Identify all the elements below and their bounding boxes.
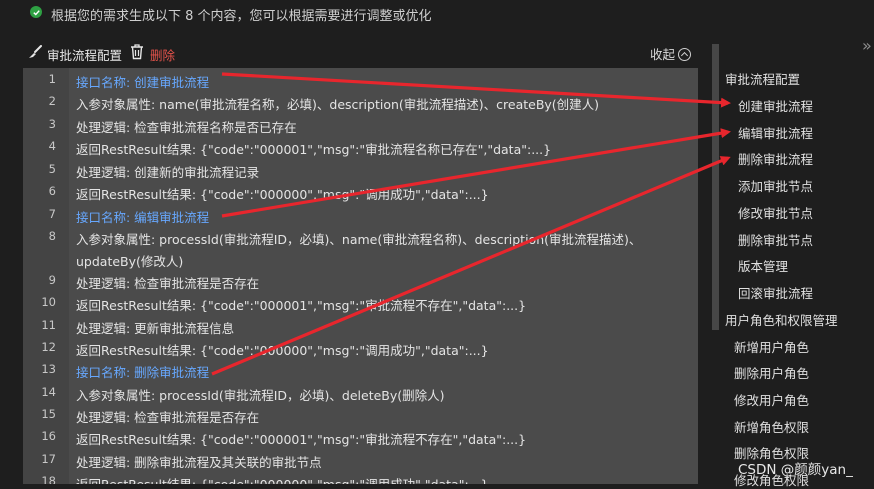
line-number: 17 <box>41 452 56 466</box>
line-text: 接口名称: 创建审批流程 <box>76 75 210 90</box>
line-text: 返回RestResult结果: {"code":"000001","msg":"… <box>76 142 552 157</box>
outline-item[interactable]: 审批流程配置 <box>725 69 800 88</box>
outline-item[interactable]: 版本管理 <box>738 256 788 275</box>
line-number: 10 <box>41 295 56 309</box>
outline-item[interactable]: 添加审批节点 <box>738 176 813 195</box>
line-text: 返回RestResult结果: {"code":"000000","msg":"… <box>76 474 489 484</box>
outline-item[interactable]: 用户角色和权限管理 <box>725 310 838 329</box>
check-circle-icon <box>30 6 42 18</box>
outline-item[interactable]: 回滚审批流程 <box>738 283 813 302</box>
line-number: 8 <box>48 229 56 243</box>
line-text: 处理逻辑: 检查审批流程是否存在 <box>76 410 260 425</box>
line-number: 5 <box>48 162 56 176</box>
trash-icon[interactable] <box>129 43 145 60</box>
line-text: 入参对象属性: processId(审批流程ID，必填)、deleteBy(删除… <box>76 388 445 403</box>
brush-icon <box>29 45 42 58</box>
line-number: 12 <box>41 340 56 354</box>
line-number: 14 <box>41 385 56 399</box>
delete-button[interactable]: 删除 <box>150 45 175 64</box>
line-text: 返回RestResult结果: {"code":"000001","msg":"… <box>76 432 527 447</box>
outline-item[interactable]: 修改审批节点 <box>738 203 813 222</box>
outline-item[interactable]: 删除审批流程 <box>738 149 813 168</box>
outline-item[interactable]: 删除审批节点 <box>738 230 813 249</box>
toolbar-title: 审批流程配置 <box>47 48 123 63</box>
outline-item[interactable]: 新增用户角色 <box>734 337 809 356</box>
line-number: 7 <box>48 207 56 221</box>
line-text: 处理逻辑: 删除审批流程及其关联的审批节点 <box>76 455 322 470</box>
line-text: 处理逻辑: 创建新的审批流程记录 <box>76 165 260 180</box>
line-number: 6 <box>48 184 56 198</box>
line-number: 11 <box>41 318 56 332</box>
collapse-button[interactable]: 收起 <box>650 44 692 63</box>
outline-item[interactable]: 创建审批流程 <box>738 96 813 115</box>
outline-item[interactable]: 修改用户角色 <box>734 390 809 409</box>
double-chevron-right-icon[interactable]: » <box>862 36 872 55</box>
line-text: 接口名称: 编辑审批流程 <box>76 210 210 225</box>
line-text: 返回RestResult结果: {"code":"000000","msg":"… <box>76 343 489 358</box>
line-number: 18 <box>41 474 56 484</box>
line-text: 处理逻辑: 检查审批流程是否存在 <box>76 276 260 291</box>
line-number: 13 <box>41 362 56 376</box>
line-text: 处理逻辑: 更新审批流程信息 <box>76 321 235 336</box>
code-editor[interactable]: 1 接口名称: 创建审批流程 2 入参对象属性: name(审批流程名称，必填)、de… <box>23 68 698 484</box>
line-number: 15 <box>41 407 56 421</box>
outline-panel: 审批流程配置创建审批流程 编辑审批流程 删除审批流程 添加审批节点 修改审批节点 删除审批… <box>700 60 874 488</box>
line-number: 4 <box>48 139 56 153</box>
watermark: CSDN @颜颜yan_ <box>738 462 853 478</box>
line-text: updateBy(修改人) <box>76 254 184 269</box>
outline-item[interactable]: 删除用户角色 <box>734 363 809 382</box>
line-number: 1 <box>48 72 56 86</box>
line-number: 9 <box>48 273 56 287</box>
line-number: 2 <box>48 94 56 108</box>
line-number: 16 <box>41 429 56 443</box>
toolbar: 审批流程配置 删除 收起 <box>0 40 700 66</box>
line-text: 接口名称: 删除审批流程 <box>76 365 210 380</box>
notice-bar: 根据您的需求生成以下 8 个内容，您可以根据需要进行调整或优化 <box>0 0 874 28</box>
line-number: 3 <box>48 117 56 131</box>
outline-item[interactable]: 新增角色权限 <box>734 417 809 436</box>
line-text: 入参对象属性: processId(审批流程ID，必填)、name(审批流程名称… <box>76 232 642 247</box>
line-text: 入参对象属性: name(审批流程名称，必填)、description(审批流程… <box>76 97 600 112</box>
notice-text: 根据您的需求生成以下 8 个内容，您可以根据需要进行调整或优化 <box>51 9 432 24</box>
line-text: 返回RestResult结果: {"code":"000001","msg":"… <box>76 298 527 313</box>
outline-item[interactable]: 编辑审批流程 <box>738 123 813 142</box>
chevron-up-circle-icon <box>678 48 692 61</box>
collapse-label: 收起 <box>650 47 676 62</box>
line-text: 处理逻辑: 检查审批流程名称是否已存在 <box>76 120 297 135</box>
line-text: 返回RestResult结果: {"code":"000000","msg":"… <box>76 187 489 202</box>
